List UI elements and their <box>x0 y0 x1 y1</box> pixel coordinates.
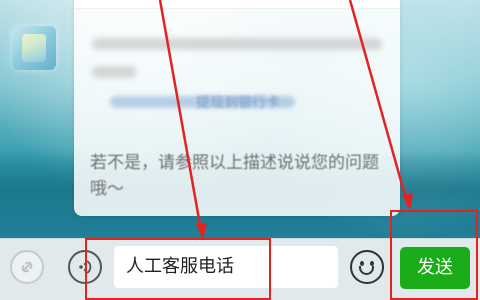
voice-icon[interactable] <box>68 250 102 284</box>
link-icon[interactable] <box>10 250 44 284</box>
blurred-text-line <box>92 66 137 78</box>
smile-icon-mouth <box>359 266 374 275</box>
message-input[interactable]: 人工客服电话 <box>114 246 338 288</box>
smile-icon[interactable] <box>350 250 384 284</box>
avatar-image <box>22 34 46 62</box>
send-button[interactable]: 发送 <box>400 247 470 289</box>
chat-screen: 提现到银行卡 若不是，请参照以上描述说说您的问题哦～ 人工客服电话 发送 <box>0 0 480 300</box>
blurred-text-line <box>92 38 382 50</box>
withdraw-link[interactable]: 提现到银行卡 <box>196 92 280 112</box>
message-bubble-top <box>74 0 400 9</box>
service-avatar[interactable] <box>12 26 56 70</box>
reply-text: 若不是，请参照以上描述说说您的问题哦～ <box>90 153 379 199</box>
